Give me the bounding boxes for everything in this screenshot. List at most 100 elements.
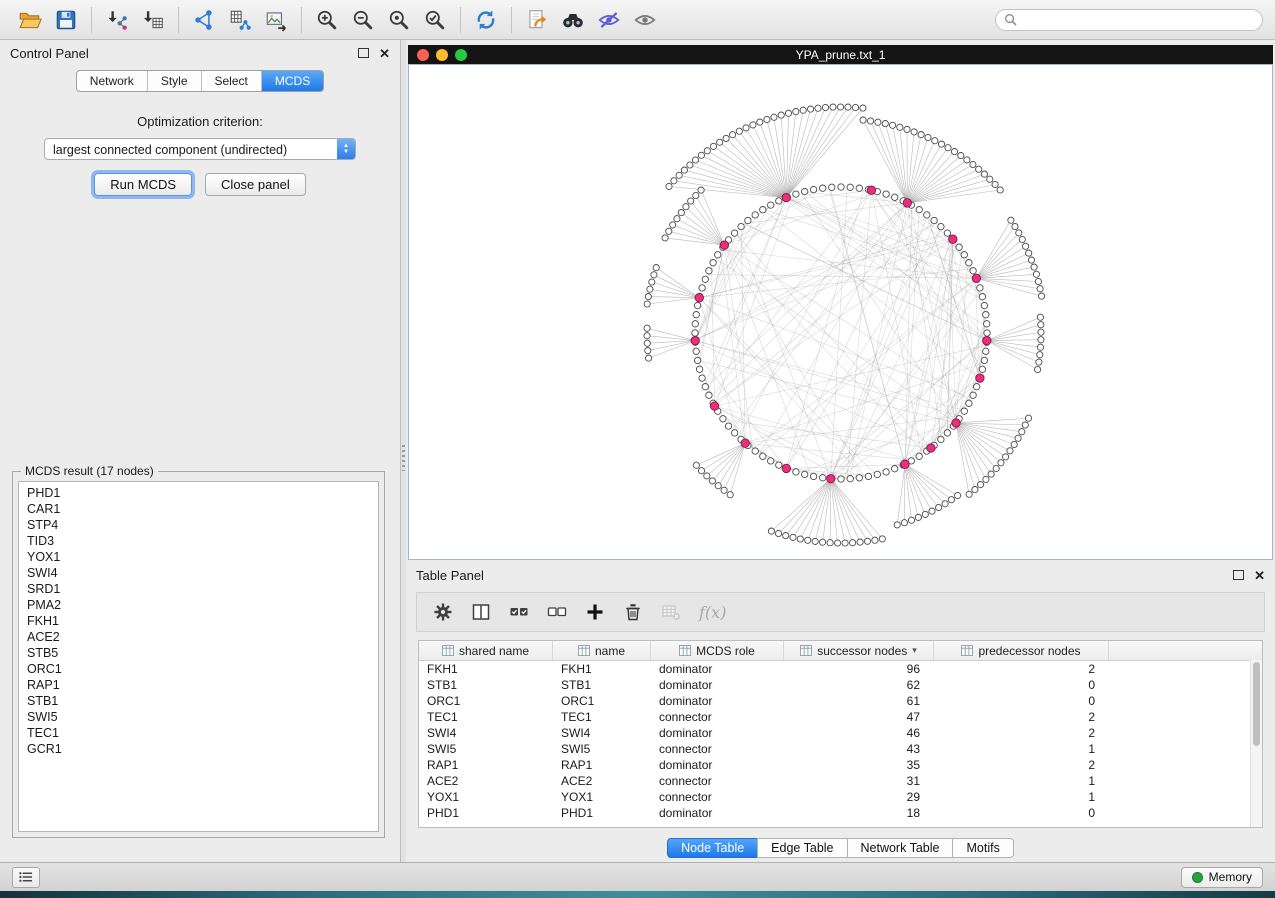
network-graph[interactable] bbox=[409, 65, 1272, 559]
mcds-result-item[interactable]: YOX1 bbox=[27, 549, 370, 565]
table-cell[interactable]: 2 bbox=[934, 726, 1109, 740]
criterion-dropdown[interactable]: largest connected component (undirected)… bbox=[44, 138, 356, 160]
table-cell[interactable]: RAP1 bbox=[419, 758, 553, 772]
columns-button[interactable] bbox=[465, 597, 497, 627]
table-row[interactable]: TEC1TEC1connector472 bbox=[419, 709, 1262, 725]
table-cell[interactable]: PHD1 bbox=[419, 806, 553, 820]
mcds-result-item[interactable]: SWI5 bbox=[27, 709, 370, 725]
table-cell[interactable]: 2 bbox=[934, 662, 1109, 676]
table-cell[interactable]: ACE2 bbox=[419, 774, 553, 788]
table-row[interactable]: STB1STB1dominator620 bbox=[419, 677, 1262, 693]
table-row[interactable]: ACE2ACE2connector311 bbox=[419, 773, 1262, 789]
table-cell[interactable]: 2 bbox=[934, 758, 1109, 772]
tab-motifs[interactable]: Motifs bbox=[952, 838, 1013, 858]
table-cell[interactable]: 62 bbox=[784, 678, 934, 692]
select-all-button[interactable] bbox=[503, 597, 535, 627]
table-cell[interactable]: dominator bbox=[651, 662, 784, 676]
table-cell[interactable]: 18 bbox=[784, 806, 934, 820]
table-cell[interactable]: connector bbox=[651, 790, 784, 804]
table-cell[interactable]: TEC1 bbox=[419, 710, 553, 724]
function-builder-button[interactable]: f(x) bbox=[693, 603, 732, 622]
zoom-in-button[interactable] bbox=[309, 5, 345, 35]
table-cell[interactable]: 1 bbox=[934, 742, 1109, 756]
tab-node-table[interactable]: Node Table bbox=[667, 838, 758, 858]
mcds-result-item[interactable]: TID3 bbox=[27, 533, 370, 549]
export-web-button[interactable] bbox=[519, 5, 555, 35]
mcds-result-item[interactable]: CAR1 bbox=[27, 501, 370, 517]
table-cell[interactable]: STB1 bbox=[553, 678, 651, 692]
tab-edge-table[interactable]: Edge Table bbox=[757, 838, 847, 858]
table-cell[interactable]: 1 bbox=[934, 774, 1109, 788]
close-panel-button[interactable]: Close panel bbox=[205, 173, 306, 196]
table-cell[interactable]: dominator bbox=[651, 678, 784, 692]
search-box[interactable] bbox=[995, 9, 1263, 31]
mcds-result-item[interactable]: PMA2 bbox=[27, 597, 370, 613]
mcds-result-list[interactable]: PHD1CAR1STP4TID3YOX1SWI4SRD1PMA2FKH1ACE2… bbox=[18, 481, 379, 832]
tab-network[interactable]: Network bbox=[77, 71, 148, 91]
table-cell[interactable]: dominator bbox=[651, 694, 784, 708]
table-cell[interactable]: YOX1 bbox=[419, 790, 553, 804]
mcds-result-item[interactable]: STB5 bbox=[27, 645, 370, 661]
table-row[interactable]: FKH1FKH1dominator962 bbox=[419, 661, 1262, 677]
table-cell[interactable]: 2 bbox=[934, 710, 1109, 724]
table-cell[interactable]: ACE2 bbox=[553, 774, 651, 788]
refresh-button[interactable] bbox=[468, 5, 504, 35]
delete-table-button[interactable] bbox=[655, 597, 687, 627]
mcds-result-item[interactable]: GCR1 bbox=[27, 741, 370, 757]
table-cell[interactable]: FKH1 bbox=[419, 662, 553, 676]
table-scrollbar[interactable] bbox=[1250, 660, 1262, 827]
table-panel-float-button[interactable] bbox=[1233, 570, 1244, 580]
mcds-result-item[interactable]: TEC1 bbox=[27, 725, 370, 741]
column-header-MCDS-role[interactable]: MCDS role bbox=[651, 641, 784, 660]
minimize-window-icon[interactable] bbox=[436, 49, 448, 61]
table-cell[interactable]: 29 bbox=[784, 790, 934, 804]
save-session-button[interactable] bbox=[48, 5, 84, 35]
table-cell[interactable]: dominator bbox=[651, 758, 784, 772]
table-cell[interactable]: 96 bbox=[784, 662, 934, 676]
table-cell[interactable]: connector bbox=[651, 742, 784, 756]
delete-column-button[interactable] bbox=[617, 597, 649, 627]
control-panel-close-button[interactable]: ✕ bbox=[379, 47, 390, 60]
table-cell[interactable]: connector bbox=[651, 710, 784, 724]
column-header-successor-nodes[interactable]: successor nodes▾ bbox=[784, 641, 934, 660]
table-cell[interactable]: dominator bbox=[651, 806, 784, 820]
export-image-button[interactable] bbox=[258, 5, 294, 35]
mcds-result-item[interactable]: ORC1 bbox=[27, 661, 370, 677]
table-cell[interactable]: ORC1 bbox=[419, 694, 553, 708]
table-cell[interactable]: dominator bbox=[651, 726, 784, 740]
table-row[interactable]: ORC1ORC1dominator610 bbox=[419, 693, 1262, 709]
table-cell[interactable]: connector bbox=[651, 774, 784, 788]
mcds-result-item[interactable]: FKH1 bbox=[27, 613, 370, 629]
mcds-result-item[interactable]: RAP1 bbox=[27, 677, 370, 693]
table-row[interactable]: RAP1RAP1dominator352 bbox=[419, 757, 1262, 773]
mcds-result-item[interactable]: SWI4 bbox=[27, 565, 370, 581]
table-cell[interactable]: YOX1 bbox=[553, 790, 651, 804]
tab-style[interactable]: Style bbox=[148, 71, 202, 91]
network-window-titlebar[interactable]: YPA_prune.txt_1 bbox=[408, 45, 1273, 64]
mcds-result-item[interactable]: PHD1 bbox=[27, 485, 370, 501]
table-cell[interactable]: STB1 bbox=[419, 678, 553, 692]
table-cell[interactable]: 1 bbox=[934, 790, 1109, 804]
table-cell[interactable]: RAP1 bbox=[553, 758, 651, 772]
mcds-result-item[interactable]: SRD1 bbox=[27, 581, 370, 597]
open-session-button[interactable] bbox=[12, 5, 48, 35]
settings-button[interactable] bbox=[427, 597, 459, 627]
zoom-fit-button[interactable] bbox=[417, 5, 453, 35]
hide-details-button[interactable] bbox=[591, 5, 627, 35]
tab-select[interactable]: Select bbox=[202, 71, 262, 91]
table-cell[interactable]: 35 bbox=[784, 758, 934, 772]
zoom-actual-button[interactable] bbox=[381, 5, 417, 35]
search-input[interactable] bbox=[1023, 12, 1254, 28]
mcds-result-item[interactable]: STB1 bbox=[27, 693, 370, 709]
table-cell[interactable]: ORC1 bbox=[553, 694, 651, 708]
close-window-icon[interactable] bbox=[417, 49, 429, 61]
table-cell[interactable]: SWI4 bbox=[419, 726, 553, 740]
table-row[interactable]: SWI4SWI4dominator462 bbox=[419, 725, 1262, 741]
run-mcds-button[interactable]: Run MCDS bbox=[94, 173, 192, 196]
mcds-result-item[interactable]: ACE2 bbox=[27, 629, 370, 645]
import-table-button[interactable] bbox=[135, 5, 171, 35]
column-header-shared-name[interactable]: shared name bbox=[419, 641, 553, 660]
table-cell[interactable]: 0 bbox=[934, 694, 1109, 708]
tab-mcds[interactable]: MCDS bbox=[262, 71, 323, 91]
panel-list-button[interactable] bbox=[12, 867, 40, 888]
